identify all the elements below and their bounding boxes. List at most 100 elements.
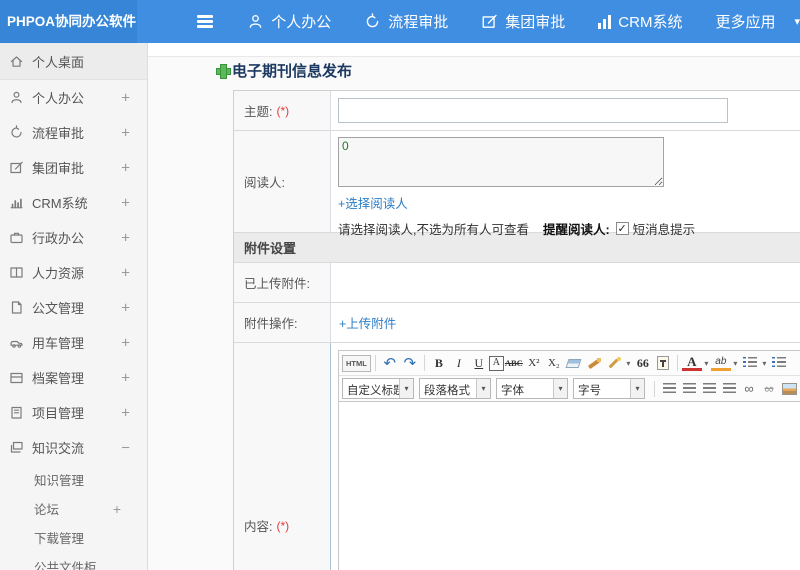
expander-icon[interactable]: + [121,299,130,316]
insert-image-icon[interactable] [779,379,799,399]
expander-icon[interactable]: + [121,159,130,176]
expander-icon[interactable]: + [113,501,121,517]
sidebar-item-7[interactable]: 人力资源 + [0,255,147,290]
rich-text-editor: HTML ↶ ↷ B I U A ABC X² X₂ ▾ 66 A ▾ ab ▾ ▾ 自定义标题 ▾ 段落格式 ▾ 字体… [338,350,800,570]
font-family-select-arrow-icon[interactable]: ▾ [553,379,567,398]
blockquote-icon[interactable]: 66 [633,353,653,373]
sidebar-item-label: 公文管理 [32,301,85,316]
topnav-item-2[interactable]: 流程审批 [364,11,448,32]
topnav-item-label: 个人办公 [271,14,332,31]
html-source-button[interactable]: HTML [342,354,371,372]
sidebar-item-2[interactable]: 个人办公 + [0,80,147,115]
expander-icon[interactable]: + [121,124,130,141]
expander-icon[interactable]: + [121,229,130,246]
custom-title-select[interactable]: 自定义标题 ▾ [342,378,414,399]
subject-input[interactable] [338,98,728,123]
topnav-item-1[interactable]: 个人办公 [247,11,331,32]
paragraph-format-select[interactable]: 段落格式 ▾ [419,378,491,399]
font-color-icon-dropdown-arrow[interactable]: ▾ [702,353,711,373]
expander-icon[interactable]: + [121,404,130,421]
sidebar-item-label: 用车管理 [32,336,85,351]
toolbar-separator [374,355,376,371]
undo-icon[interactable]: ↶ [380,353,400,373]
upload-attachment-link[interactable]: +上传附件 [339,313,396,332]
topnav-item-4[interactable]: CRM系统 [598,11,682,32]
hamburger-menu-icon[interactable] [196,15,214,28]
sidebar-subitem-3[interactable]: 下载管理 [0,523,147,552]
sidebar-item-label: 知识交流 [32,441,85,456]
sidebar-subitem-1[interactable]: 知识管理 [0,465,147,494]
topnav-item-label: 流程审批 [388,14,449,31]
sidebar-item-11[interactable]: 项目管理 + [0,395,147,430]
sidebar-item-5[interactable]: CRM系统 + [0,185,147,220]
topnav-item-3[interactable]: 集团审批 [481,11,565,32]
strikethrough-icon[interactable]: ABC [504,353,524,373]
autotypeset-icon-dropdown-arrow[interactable]: ▾ [624,353,633,373]
expander-icon[interactable]: + [121,89,130,106]
char-border-icon[interactable]: A [488,355,504,371]
link-icon[interactable]: ∞ [739,379,759,399]
sidebar-item-8[interactable]: 公文管理 + [0,290,147,325]
editor-content-area[interactable] [339,402,800,570]
sidebar-item-10[interactable]: 档案管理 + [0,360,147,395]
attachment-ops-label: 附件操作: [234,303,331,342]
align-justify-icon[interactable] [719,379,739,399]
topnav-item-5[interactable]: 更多应用 [715,11,775,32]
select-readers-link[interactable]: +选择阅读人 [338,193,408,212]
align-left-icon[interactable] [659,379,679,399]
home-icon [9,54,24,69]
align-right-icon[interactable] [699,379,719,399]
user-icon [249,15,262,28]
sidebar-item-1[interactable]: 个人桌面 [0,43,147,80]
italic-icon[interactable]: I [449,353,469,373]
expander-icon[interactable]: + [121,264,130,281]
sidebar-subitem-label: 下载管理 [34,532,85,546]
uploaded-attachments-value [331,263,800,302]
sidebar-item-12[interactable]: 知识交流 − [0,430,147,465]
font-family-select[interactable]: 字体 ▾ [496,378,568,399]
sidebar-item-9[interactable]: 用车管理 + [0,325,147,360]
expander-icon[interactable]: − [121,439,130,456]
required-mark: (*) [276,518,290,533]
expander-icon[interactable]: + [121,194,130,211]
paste-plain-icon[interactable] [653,353,673,373]
format-painter-icon[interactable] [584,353,604,373]
sidebar-item-4[interactable]: 集团审批 + [0,150,147,185]
sidebar-item-6[interactable]: 行政办公 + [0,220,147,255]
editor-toolbar-row2: 自定义标题 ▾ 段落格式 ▾ 字体 ▾ 字号 ▾ ∞ ∞ [339,376,800,401]
underline-icon[interactable]: U [469,353,489,373]
expander-icon[interactable]: + [121,369,130,386]
more-apps-caret-icon[interactable]: ▾ [794,15,800,28]
insert-image-icon [781,382,797,395]
font-size-select[interactable]: 字号 ▾ [573,378,645,399]
expander-icon[interactable]: + [121,334,130,351]
subscript-icon[interactable]: X₂ [544,353,564,373]
unordered-list-icon[interactable] [769,353,789,373]
unlink-icon[interactable]: ∞ [759,379,779,399]
sms-checkbox[interactable]: ✓ [615,222,629,235]
ordered-list-icon[interactable] [740,353,760,373]
superscript-icon[interactable]: X² [524,353,544,373]
sidebar-subitem-2[interactable]: 论坛 + [0,494,147,523]
remove-format-icon[interactable] [564,353,584,373]
align-center-icon[interactable] [679,379,699,399]
font-size-select-arrow-icon[interactable]: ▾ [630,379,644,398]
sidebar-item-3[interactable]: 流程审批 + [0,115,147,150]
font-color-icon[interactable]: A [681,355,702,371]
edit-icon [482,14,497,28]
custom-title-select-arrow-icon[interactable]: ▾ [399,379,413,398]
paragraph-format-select-arrow-icon[interactable]: ▾ [476,379,490,398]
autotypeset-icon[interactable] [604,353,624,373]
bold-icon[interactable]: B [429,353,449,373]
readers-label: 阅读人: [234,131,331,232]
sidebar-item-label: 个人桌面 [32,54,85,70]
highlight-color-icon[interactable]: ab [710,355,731,371]
readers-textarea[interactable]: 0 [338,137,664,187]
highlight-color-icon-dropdown-arrow[interactable]: ▾ [731,353,740,373]
redo-icon[interactable]: ↷ [400,353,420,373]
archive-icon [9,370,24,385]
ordered-list-icon-dropdown-arrow[interactable]: ▾ [760,353,769,373]
align-left-icon [662,382,676,395]
main-content: 电子期刊信息发布 主题: (*) 阅读人: 0 +选择阅读人 请选择阅读人,不选… [148,43,800,570]
sidebar-subitem-4[interactable]: 公共文件柜 [0,552,147,570]
